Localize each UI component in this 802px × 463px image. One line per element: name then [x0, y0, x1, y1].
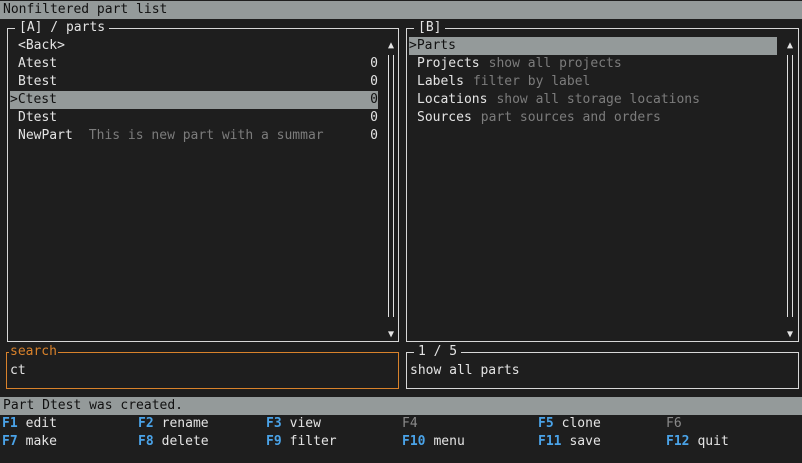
list-item-label: Atest: [18, 56, 58, 71]
list-item[interactable]: <Back>: [18, 37, 378, 55]
list-item-label: NewPart: [18, 128, 73, 143]
search-title: search: [9, 343, 58, 361]
menu-item-description: part sources and orders: [480, 110, 661, 125]
fkey-f11[interactable]: F11 save: [538, 433, 601, 451]
fkey-f8[interactable]: F8 delete: [138, 433, 209, 451]
menu-item-label: Sources: [417, 110, 472, 125]
fkey-f10[interactable]: F10 menu: [402, 433, 465, 451]
fkey-f3[interactable]: F3 view: [266, 415, 321, 433]
window-title: Nonfiltered part list: [0, 1, 802, 19]
fkey-f6: F6: [666, 415, 690, 433]
scroll-up-icon[interactable]: ▲: [785, 40, 795, 52]
list-item[interactable]: >Ctest 0: [10, 91, 378, 109]
fkey-f7[interactable]: F7 make: [2, 433, 57, 451]
fkey-label: view: [289, 416, 321, 431]
fkey-label: quit: [697, 434, 729, 449]
menu-item-description: show all projects: [488, 56, 622, 71]
fkey-label: clone: [561, 416, 601, 431]
fkey-key: F11: [538, 434, 562, 449]
fkey-key: F2: [138, 416, 154, 431]
list-item-label: Btest: [18, 74, 58, 89]
scroll-up-icon[interactable]: ▲: [386, 40, 396, 52]
fkey-label: rename: [161, 416, 209, 431]
fkey-label: delete: [161, 434, 209, 449]
menu-item-label: Labels: [417, 74, 464, 89]
fkey-f5[interactable]: F5 clone: [538, 415, 601, 433]
fkey-label: menu: [433, 434, 465, 449]
list-item-summary: This is new part with a summar: [88, 128, 324, 143]
search-box[interactable]: search ct: [6, 343, 399, 389]
fkey-key: F6: [666, 416, 682, 431]
list-item-label: <Back>: [18, 38, 65, 53]
list-item-label: Dtest: [18, 110, 58, 125]
info-count: 1 / 5: [414, 343, 462, 361]
menu-item[interactable]: Sources part sources and orders: [417, 109, 777, 127]
fkey-key: F5: [538, 416, 554, 431]
fkey-f4: F4: [402, 415, 426, 433]
menu-item[interactable]: Labels filter by label: [417, 73, 777, 91]
list-item[interactable]: Btest 0: [18, 73, 378, 91]
fkey-key: F12: [666, 434, 690, 449]
menu-item[interactable]: Locations show all storage locations: [417, 91, 777, 109]
menu-item-description: show all storage locations: [496, 92, 700, 107]
list-item-count: 0: [370, 92, 378, 107]
function-key-bar: F1 edit F2 rename F3 view F4 F5 clone F6 F7 make F8 d…: [0, 415, 802, 451]
list-item-count: 0: [370, 74, 378, 89]
fkey-key: F9: [266, 434, 282, 449]
fkey-label: edit: [25, 416, 57, 431]
fkey-f2[interactable]: F2 rename: [138, 415, 209, 433]
scroll-down-icon[interactable]: ▼: [386, 329, 396, 341]
fkey-f9[interactable]: F9 filter: [266, 433, 337, 451]
list-item-count: 0: [370, 56, 378, 71]
list-item[interactable]: Atest 0: [18, 55, 378, 73]
panel-b-scrollbar[interactable]: ▲ ▼: [785, 40, 795, 342]
scroll-track[interactable]: [787, 55, 793, 317]
list-item-count: 0: [370, 110, 378, 125]
info-text: show all parts: [410, 363, 520, 378]
list-item-count: 0: [370, 128, 378, 143]
fkey-f12[interactable]: F12 quit: [666, 433, 729, 451]
fkey-label: save: [569, 434, 601, 449]
menu-item[interactable]: Projects show all projects: [417, 55, 777, 73]
status-bar: Part Dtest was created.: [0, 397, 802, 415]
scroll-down-icon[interactable]: ▼: [785, 329, 795, 341]
menu-item-label: >Parts: [409, 38, 456, 53]
fkey-key: F7: [2, 434, 18, 449]
fkey-key: F10: [402, 434, 426, 449]
list-item-label: >Ctest: [10, 92, 57, 107]
list-item[interactable]: Dtest 0: [18, 109, 378, 127]
panel-b-title: [B]: [414, 19, 446, 37]
menu-item[interactable]: >Parts: [409, 37, 777, 55]
fkey-label: make: [25, 434, 57, 449]
menu-item-description: filter by label: [472, 74, 591, 89]
menu-item-label: Projects: [417, 56, 480, 71]
fkey-label: filter: [289, 434, 337, 449]
list-item[interactable]: NewPart This is new part with a summar 0: [18, 127, 378, 145]
panel-a-scrollbar[interactable]: ▲ ▼: [386, 40, 396, 342]
fkey-key: F3: [266, 416, 282, 431]
panel-a[interactable]: [A] / parts <Back> Atest 0 Btest 0 >Ctest 0 Dte…: [7, 19, 399, 342]
fkey-key: F1: [2, 416, 18, 431]
info-box: 1 / 5 show all parts: [406, 343, 799, 389]
fkey-key: F4: [402, 416, 418, 431]
scroll-track[interactable]: [388, 55, 394, 317]
panel-a-title: [A] / parts: [15, 19, 110, 37]
menu-item-label: Locations: [417, 92, 488, 107]
fkey-key: F8: [138, 434, 154, 449]
panel-b[interactable]: [B] >Parts Projects show all projects Label…: [406, 19, 799, 342]
fkey-f1[interactable]: F1 edit: [2, 415, 57, 433]
search-input[interactable]: ct: [10, 362, 26, 380]
